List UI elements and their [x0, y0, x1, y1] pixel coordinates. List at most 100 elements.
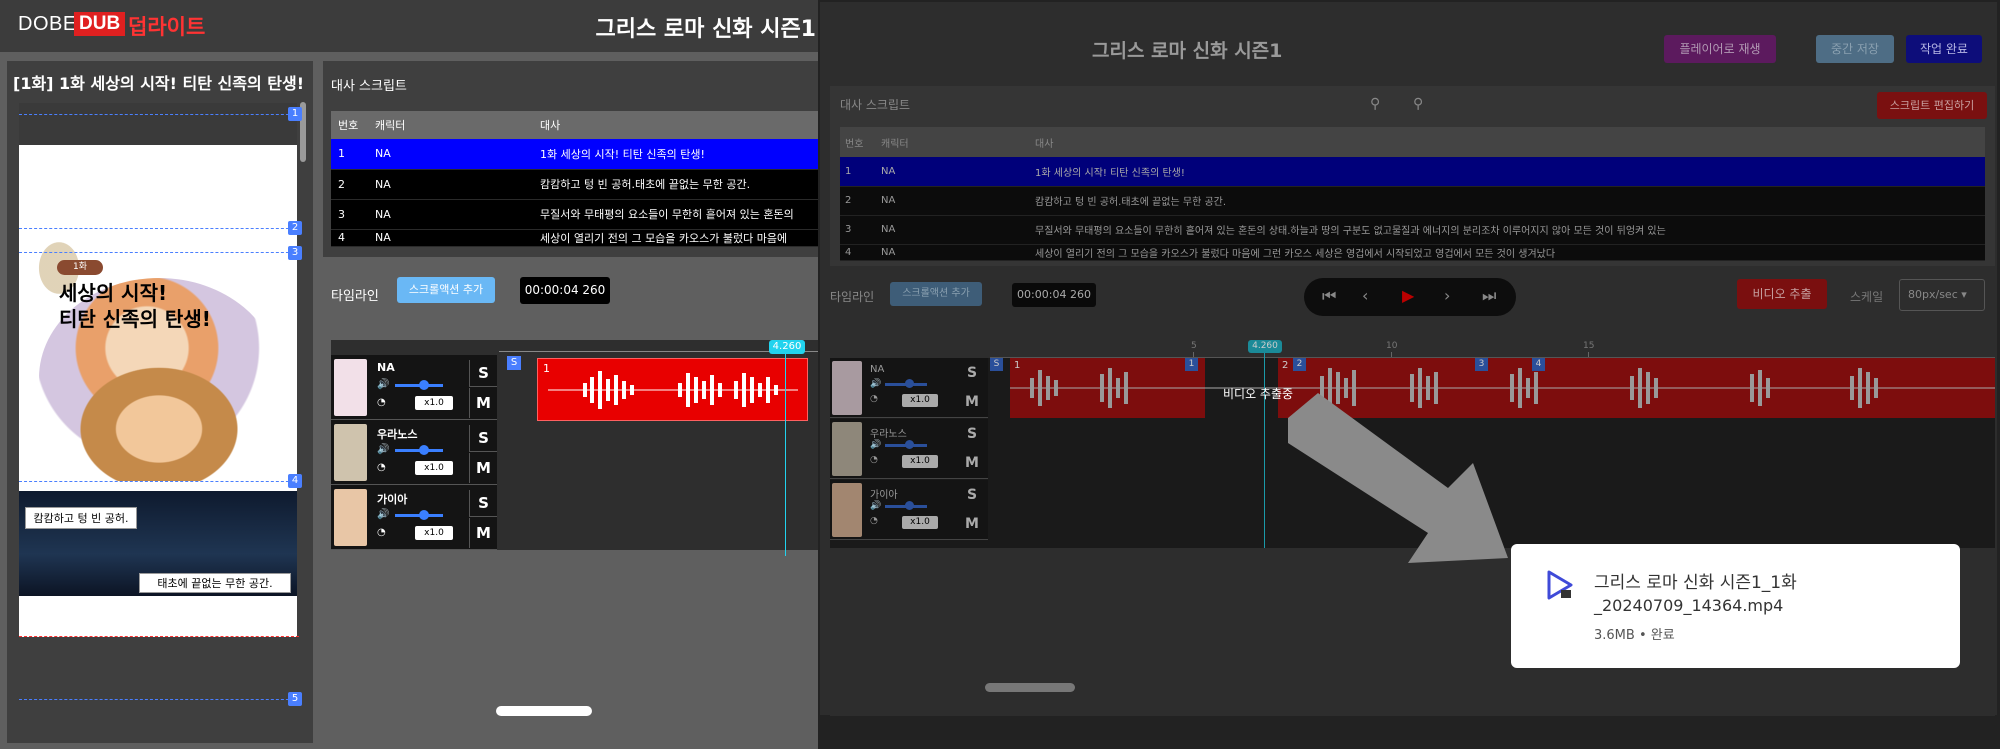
volume-slider-knob[interactable]: [905, 379, 914, 388]
mute-button[interactable]: M: [469, 388, 497, 418]
skip-to-end-icon[interactable]: ⏭: [1482, 286, 1496, 306]
scale-select[interactable]: 80px/sec ▾: [1899, 279, 1985, 311]
save-draft-button[interactable]: 중간 저장: [1816, 35, 1894, 63]
scroll-marker-1[interactable]: 1: [288, 107, 302, 121]
volume-slider-knob[interactable]: [905, 440, 914, 449]
col-number: 번호: [840, 127, 876, 157]
right-screen: 그리스 로마 신화 시즌1 플레이어로 재생 중간 저장 작업 완료 대사 스크…: [818, 0, 2000, 749]
table-row[interactable]: 3 NA 무질서와 무태평의 요소들이 무한히 흩어져 있는 혼돈의: [331, 199, 818, 230]
row-character: NA: [368, 169, 533, 200]
horizontal-scrollbar[interactable]: [985, 683, 1075, 692]
row-line: 캄캄하고 텅 빈 공허.태초에 끝없는 무한 공간.: [533, 169, 818, 200]
current-time-display: 00:00:04 260: [1012, 283, 1096, 307]
avatar: [334, 489, 367, 546]
volume-slider-knob[interactable]: [419, 445, 429, 455]
solo-button[interactable]: S: [469, 490, 497, 517]
volume-slider-knob[interactable]: [419, 510, 429, 520]
project-title: 그리스 로마 신화 시즌1: [595, 17, 816, 42]
track-list: NA 🔊 ◔ x1.0 S M 우라노스 🔊 ◔ x1.0 S M 가이아 🔊 …: [331, 355, 497, 550]
step-forward-icon[interactable]: ›: [1444, 286, 1450, 305]
export-video-button[interactable]: 비디오 추출: [1737, 279, 1827, 309]
volume-slider-knob[interactable]: [419, 380, 429, 390]
horizontal-scrollbar[interactable]: [496, 706, 592, 716]
row-character: NA: [876, 186, 1030, 216]
scroll-marker-1[interactable]: 1: [1185, 358, 1198, 371]
add-scroll-action-button[interactable]: 스크롤액션 추가: [890, 282, 982, 306]
speed-icon: ◔: [377, 462, 386, 473]
scroll-marker-3[interactable]: 3: [1475, 358, 1488, 371]
speed-select[interactable]: x1.0: [415, 461, 453, 475]
scroll-marker-5[interactable]: 5: [288, 692, 302, 706]
row-line: 1화 세상의 시작! 티탄 신족의 탄생!: [1030, 157, 1985, 187]
table-row[interactable]: 2 NA 캄캄하고 텅 빈 공허.태초에 끝없는 무한 공간.: [840, 186, 1985, 216]
add-scroll-action-button[interactable]: 스크롤액션 추가: [397, 277, 495, 303]
speed-select[interactable]: x1.0: [415, 396, 453, 410]
volume-slider-knob[interactable]: [905, 501, 914, 510]
scroll-marker-4[interactable]: 4: [1532, 358, 1545, 371]
table-row[interactable]: 2 NA 캄캄하고 텅 빈 공허.태초에 끝없는 무한 공간.: [331, 169, 818, 200]
mute-button[interactable]: M: [958, 449, 986, 477]
playhead[interactable]: [1264, 348, 1265, 548]
table-row[interactable]: 1 NA 1화 세상의 시작! 티탄 신족의 탄생!: [840, 157, 1985, 187]
timeline-ruler[interactable]: 5 10 15: [990, 338, 1995, 358]
solo-button[interactable]: S: [469, 360, 497, 387]
scroll-start-marker[interactable]: S: [990, 358, 1003, 371]
volume-icon: 🔊: [870, 379, 882, 389]
track-name: 가이아: [377, 493, 408, 506]
row-number: 3: [840, 215, 876, 245]
mute-button[interactable]: M: [469, 453, 497, 483]
row-number: 4: [840, 244, 876, 261]
col-line: 대사: [533, 111, 818, 139]
row-number: 2: [331, 169, 368, 200]
timeline-heading: 타임라인: [331, 289, 379, 304]
table-row[interactable]: 3 NA 무질서와 무태평의 요소들이 무한히 흩어져 있는 혼돈의 상태.하늘…: [840, 215, 1985, 245]
solo-button[interactable]: S: [958, 483, 986, 508]
edit-script-button[interactable]: 스크립트 편집하기: [1877, 92, 1987, 119]
download-notification[interactable]: 그리스 로마 신화 시즌1_1화 _20240709_14364.mp4 3.6…: [1511, 544, 1960, 668]
mute-button[interactable]: M: [958, 388, 986, 416]
scroll-marker-2[interactable]: 2: [288, 221, 302, 235]
timeline-heading: 타임라인: [830, 290, 875, 304]
scroll-marker-4[interactable]: 4: [288, 474, 302, 488]
zoom-out-icon[interactable]: ⚲: [1370, 96, 1380, 112]
mute-button[interactable]: M: [958, 510, 986, 538]
zoom-in-icon[interactable]: ⚲: [1413, 96, 1423, 112]
track-gaia: 가이아 🔊 ◔ x1.0 S M: [830, 480, 988, 540]
table-row[interactable]: 4 NA 세상이 열리기 전의 그 모습을 카오스가 불렀다 마음에 그런 카오…: [840, 244, 1985, 261]
solo-button[interactable]: S: [958, 422, 986, 447]
audio-clip[interactable]: 1: [537, 358, 808, 421]
table-row[interactable]: 1 NA 1화 세상의 시작! 티탄 신족의 탄생!: [331, 139, 818, 170]
scroll-marker-3[interactable]: 3: [288, 246, 302, 260]
play-icon[interactable]: ▶: [1402, 286, 1414, 305]
mute-button[interactable]: M: [469, 518, 497, 548]
row-number: 2: [840, 186, 876, 216]
speed-select[interactable]: x1.0: [902, 455, 938, 468]
table-row[interactable]: 4 NA 세상이 열리기 전의 그 모습을 카오스가 불렀다 마음에: [331, 229, 818, 247]
speed-select[interactable]: x1.0: [902, 394, 938, 407]
finish-work-button[interactable]: 작업 완료: [1906, 35, 1982, 63]
scroll-line-4: [19, 481, 299, 482]
row-line: 무질서와 무태평의 요소들이 무한히 흩어져 있는 혼돈의: [533, 199, 818, 230]
step-back-icon[interactable]: ‹: [1362, 286, 1368, 305]
playhead[interactable]: [785, 350, 786, 556]
scroll-line-2: [19, 228, 299, 229]
scroll-marker-2[interactable]: 2: [1293, 358, 1306, 371]
preview-caption-2: 티탄 신족의 탄생!: [59, 307, 211, 331]
track-uranus: 우라노스 🔊 ◔ x1.0 S M: [331, 420, 497, 485]
scroll-start-marker[interactable]: S: [507, 356, 521, 370]
play-in-player-button[interactable]: 플레이어로 재생: [1664, 35, 1776, 63]
skip-to-start-icon[interactable]: ⏮: [1322, 286, 1336, 306]
row-number: 4: [331, 229, 368, 247]
avatar: [334, 359, 367, 416]
webtoon-preview[interactable]: 1화 세상의 시작! 티탄 신족의 탄생! 캄캄하고 텅 빈 공허. 태초에 끝…: [19, 103, 297, 637]
speed-select[interactable]: x1.0: [415, 526, 453, 540]
speed-icon: ◔: [377, 397, 386, 408]
solo-button[interactable]: S: [469, 425, 497, 452]
script-table: 번호 캐릭터 대사 1 NA 1화 세상의 시작! 티탄 신족의 탄생! 2 N…: [840, 127, 1985, 261]
speed-select[interactable]: x1.0: [902, 516, 938, 529]
scale-value: 80px/sec: [1908, 288, 1958, 301]
script-panel: 대사 스크립트 번호 캐릭터 대사 1 NA 1화 세상의 시작! 티탄 신족의…: [323, 61, 818, 257]
col-character: 캐릭터: [876, 127, 1030, 157]
solo-button[interactable]: S: [958, 361, 986, 386]
avatar: [832, 483, 862, 537]
